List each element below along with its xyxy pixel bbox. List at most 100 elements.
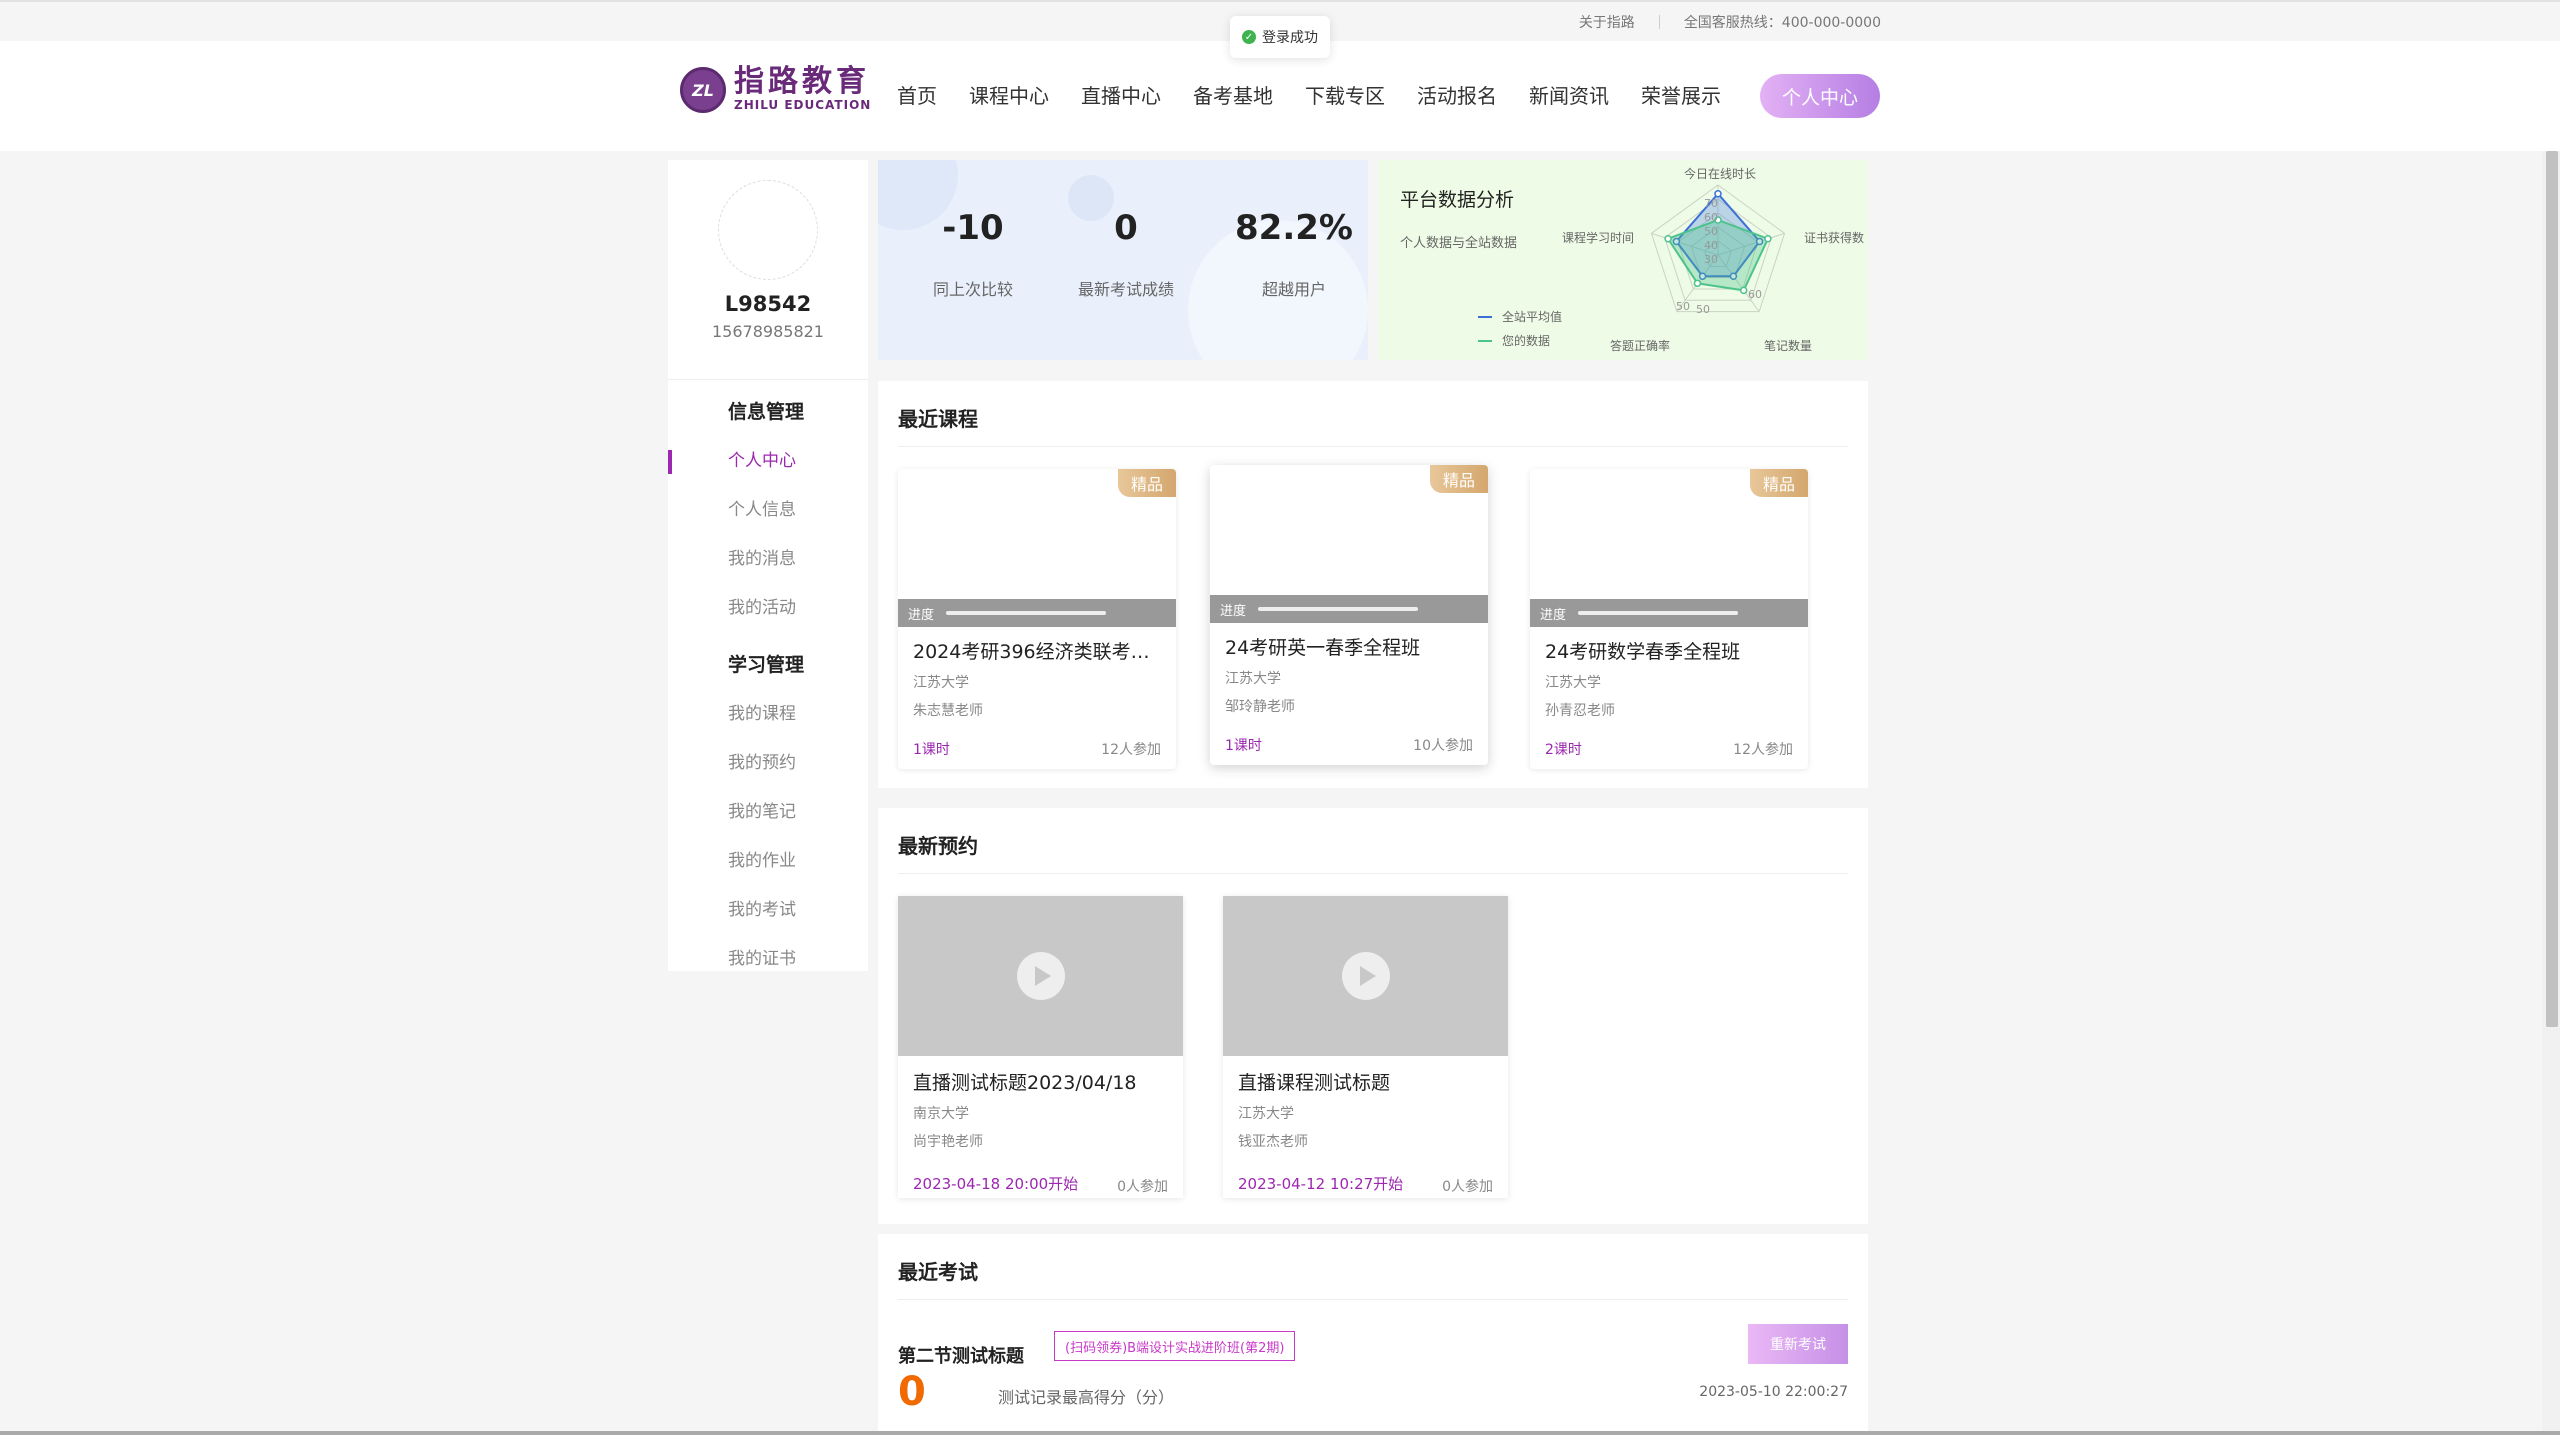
radar-tick-label: 40 (1704, 239, 1718, 252)
radar-indicator-label: 今日在线时长 (1684, 166, 1756, 181)
radar-ring-label: 50 (1676, 300, 1690, 313)
course-card[interactable]: 精品 进度 24考研英一春季全程班 江苏大学 邹玲静老师 1课时 10人参加 (1210, 465, 1488, 765)
logo-en: ZHILU EDUCATION (734, 98, 872, 112)
nav-exam-prep[interactable]: 备考基地 (1193, 81, 1273, 111)
platform-analysis-card: 平台数据分析 个人数据与全站数据 全站平均值 您的数据 70 60 50 40 30 50… (1378, 160, 1868, 360)
recent-exams-panel: 最近考试 第二节测试标题 (扫码领券)B端设计实战进阶班(第2期) 重新考试 0… (878, 1234, 1868, 1435)
menu-item-my-exams[interactable]: 我的考试 (728, 886, 868, 935)
stat-surpass: 82.2% 超越用户 (1214, 208, 1368, 300)
progress-track (946, 611, 1107, 615)
menu-title-study: 学习管理 (728, 654, 805, 676)
user-center-button[interactable]: 个人中心 (1760, 74, 1880, 118)
login-success-toast: ✓ 登录成功 (1230, 16, 1330, 58)
course-hours: 2课时 (1545, 742, 1582, 758)
course-school: 江苏大学 (1225, 671, 1281, 687)
progress-label: 进度 (1540, 607, 1567, 623)
nav-courses[interactable]: 课程中心 (969, 81, 1049, 111)
course-card[interactable]: 精品 进度 24考研数学春季全程班 江苏大学 孙青忍老师 2课时 12人参加 (1530, 469, 1808, 769)
course-footer: 1课时 12人参加 (913, 739, 1161, 759)
menu-item-my-notes[interactable]: 我的笔记 (728, 788, 868, 837)
nav-home[interactable]: 首页 (897, 81, 937, 111)
user-name: L98542 (724, 292, 812, 316)
premium-badge: 精品 (1430, 465, 1488, 493)
divider (898, 873, 1848, 874)
check-circle-icon: ✓ (1242, 30, 1256, 44)
live-teacher: 尚宇艳老师 (913, 1134, 983, 1150)
progress-bar: 进度 (898, 599, 1176, 627)
course-name: 24考研英一春季全程班 (1225, 637, 1421, 659)
live-teacher: 钱亚杰老师 (1238, 1134, 1308, 1150)
info-menu: 信息管理 个人中心 个人信息 我的消息 我的活动 (668, 388, 868, 633)
section-title: 最近课程 (898, 407, 978, 431)
menu-item-personal-info[interactable]: 个人信息 (728, 486, 868, 535)
live-time: 2023-04-18 20:00开始2023-04-18 21:23 (913, 1175, 1079, 1193)
avatar[interactable] (718, 180, 818, 280)
reservations-panel: 最新预约 直播测试标题2023/04/18 南京大学 尚宇艳老师 2023-04… (878, 808, 1868, 1224)
section-title: 最近考试 (898, 1260, 978, 1284)
radar-indicator-label: 笔记数量 (1764, 338, 1812, 353)
radar-series-mine-point (1764, 235, 1772, 243)
menu-item-my-homework[interactable]: 我的作业 (728, 837, 868, 886)
study-menu: 学习管理 我的课程 我的预约 我的笔记 我的作业 我的考试 我的证书 (668, 641, 868, 984)
divider (1658, 15, 1660, 29)
live-thumbnail (1223, 896, 1508, 1056)
nav-live[interactable]: 直播中心 (1081, 81, 1161, 111)
progress-bar: 进度 (1210, 595, 1488, 623)
menu-item-my-certificates[interactable]: 我的证书 (728, 935, 868, 984)
course-hours: 1课时 (913, 742, 950, 758)
scrollbar-thumb[interactable] (2546, 151, 2558, 1027)
play-icon[interactable] (1341, 952, 1390, 1000)
hotline-text: 全国客服热线：400-000-0000 (1683, 15, 1881, 31)
exam-score-label: 测试记录最高得分（分） (998, 1388, 1175, 1407)
radar-chart: 706050403050 5060今日在线时长证书获得数笔记数量答题正确率课程学习… (1562, 166, 1864, 353)
exam-date: 2023-05-10 22:00:27 (1699, 1384, 1848, 1400)
site-logo[interactable]: ZL 指路教育 ZHILU EDUCATION (680, 67, 871, 113)
course-card[interactable]: 精品 进度 2024考研396经济类联考政... 江苏大学 朱志慧老师 1课时 1… (898, 469, 1176, 769)
live-name: 直播测试标题2023/04/18 (913, 1072, 1137, 1094)
stats-card: -10 同上次比较 0 最新考试成绩 82.2% 超越用户 (878, 160, 1368, 360)
course-footer: 2课时 12人参加 (1545, 739, 1793, 759)
course-footer: 1课时 10人参加 (1225, 735, 1473, 755)
course-teacher: 朱志慧老师 (913, 703, 983, 719)
nav-honors[interactable]: 荣誉展示 (1641, 81, 1721, 111)
nav-downloads[interactable]: 下载专区 (1305, 81, 1385, 111)
progress-track (1578, 611, 1739, 615)
stat-label: 最新考试成绩 (1077, 280, 1174, 299)
menu-item-messages[interactable]: 我的消息 (728, 535, 868, 584)
course-teacher: 邹玲静老师 (1225, 699, 1295, 715)
play-icon[interactable] (1016, 952, 1065, 1000)
exam-course-tag[interactable]: (扫码领券)B端设计实战进阶班(第2期) (1054, 1331, 1296, 1361)
recent-courses-panel: 最近课程 精品 进度 2024考研396经济类联考政... 江苏大学 朱志慧老师… (878, 381, 1868, 788)
radar-series-mine-point (1739, 286, 1748, 295)
course-hours: 1课时 (1225, 738, 1262, 754)
divider (898, 446, 1848, 447)
progress-label: 进度 (1220, 603, 1247, 619)
live-card[interactable]: 直播测试标题2023/04/18 南京大学 尚宇艳老师 2023-04-18 2… (898, 896, 1183, 1198)
exam-score: 0 (898, 1369, 926, 1415)
radar-indicator-label: 课程学习时间 (1562, 230, 1634, 245)
live-school: 江苏大学 (1238, 1106, 1294, 1122)
course-participants: 10人参加 (1413, 738, 1473, 754)
about-link[interactable]: 关于指路 (1579, 12, 1635, 32)
radar-series-site-avg-point (1714, 190, 1722, 198)
retest-button[interactable]: 重新考试 (1748, 1324, 1848, 1364)
premium-badge: 精品 (1118, 469, 1176, 497)
stat-latest-score: 0 最新考试成绩 (1046, 208, 1206, 300)
menu-item-my-courses[interactable]: 我的课程 (728, 690, 868, 739)
course-name: 2024考研396经济类联考政... (913, 641, 1168, 663)
live-name: 直播课程测试标题 (1238, 1072, 1391, 1094)
live-card[interactable]: 直播课程测试标题 江苏大学 钱亚杰老师 2023-04-12 10:27开始20… (1223, 896, 1508, 1198)
radar-indicator-label: 答题正确率 (1610, 338, 1670, 353)
nav-activities[interactable]: 活动报名 (1417, 81, 1497, 111)
menu-item-activities[interactable]: 我的活动 (728, 584, 868, 633)
menu-item-my-reservations[interactable]: 我的预约 (728, 739, 868, 788)
profile-card: L98542 15678985821 (668, 180, 868, 380)
stat-value: 82.2% (1235, 208, 1353, 248)
course-participants: 12人参加 (1733, 742, 1793, 758)
nav-news[interactable]: 新闻资讯 (1529, 81, 1609, 111)
course-participants: 12人参加 (1101, 742, 1161, 758)
stat-compare: -10 同上次比较 (893, 208, 1053, 300)
progress-track (1258, 607, 1419, 611)
menu-item-personal-center[interactable]: 个人中心 (668, 437, 868, 486)
main-nav: 首页 课程中心 直播中心 备考基地 下载专区 活动报名 新闻资讯 荣誉展示 (897, 81, 1753, 111)
